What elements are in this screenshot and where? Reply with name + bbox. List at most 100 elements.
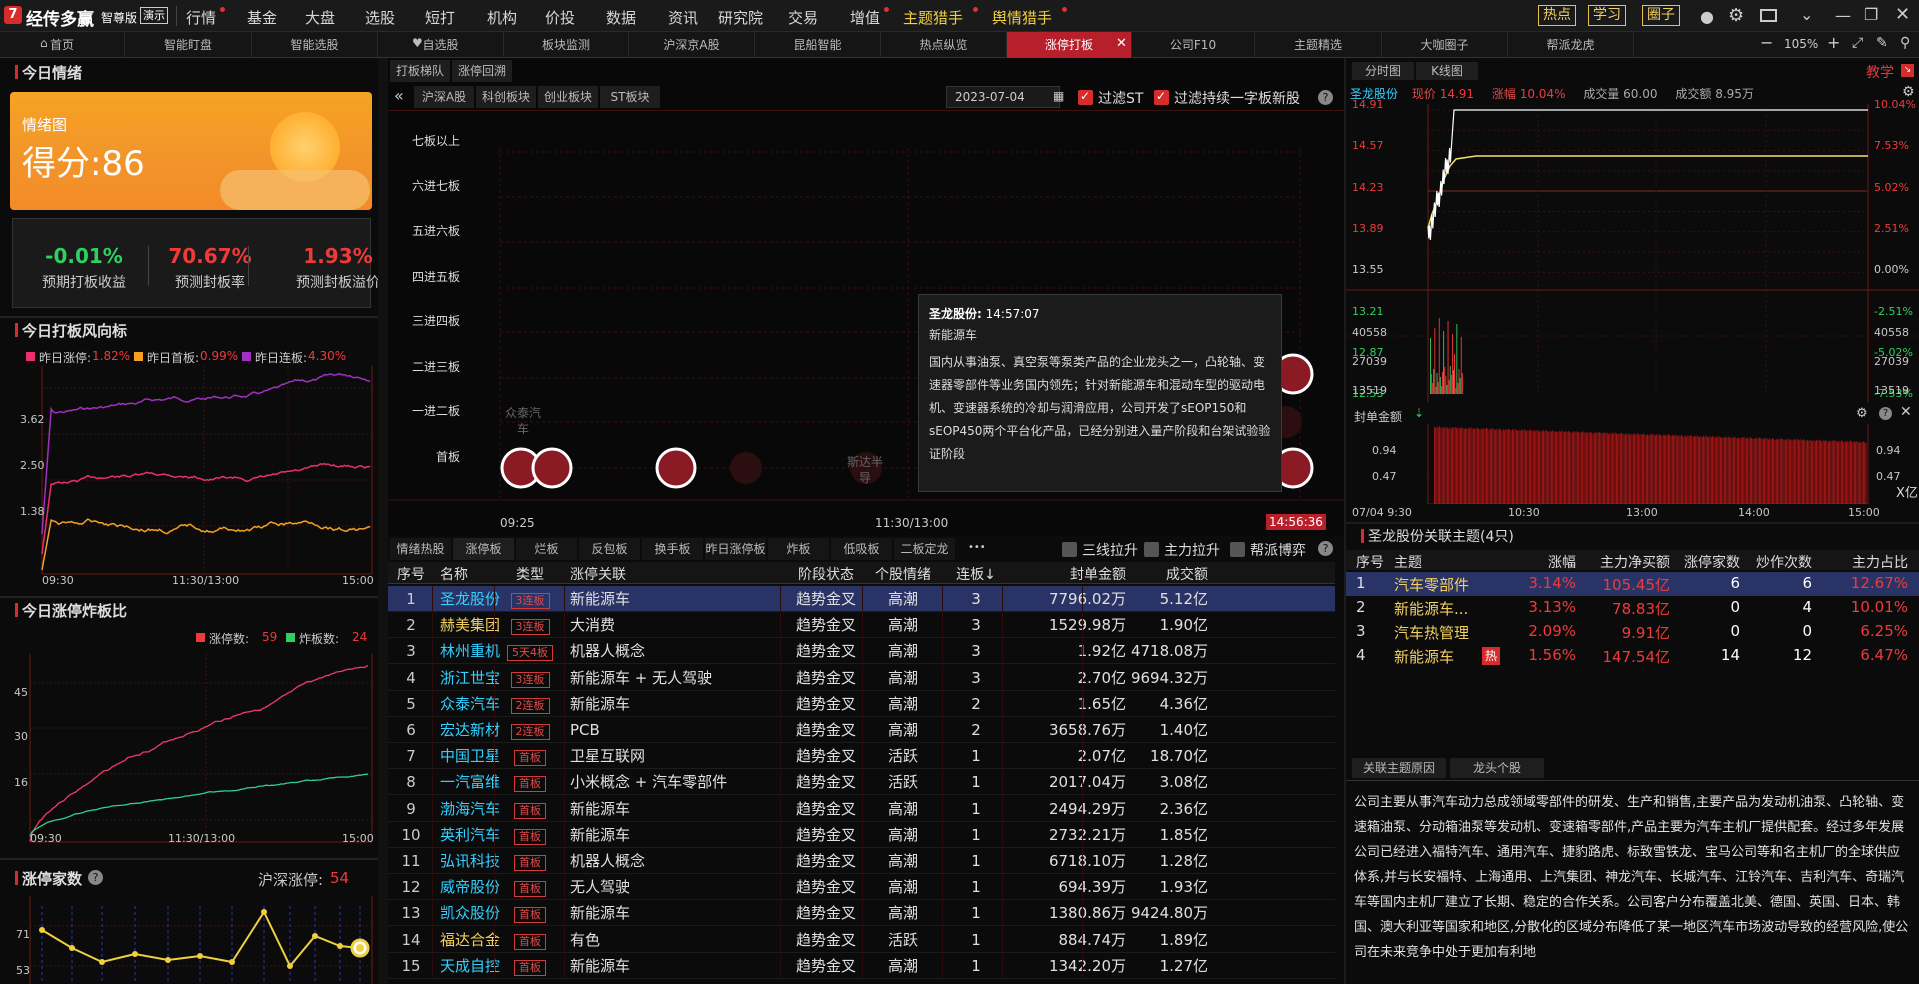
table-row[interactable]: 14 福达合金 首板 有色 趋势金叉 活跃 1 884.74万 1.89亿 xyxy=(388,926,1335,953)
menu-item-4[interactable]: 短打 xyxy=(425,7,455,28)
theme-header-0[interactable]: 序号 xyxy=(1356,552,1386,572)
tab-12[interactable]: 帮派龙虎 xyxy=(1508,32,1634,58)
cell-name[interactable]: 英利汽车 xyxy=(440,822,500,848)
menu-item-10[interactable]: 交易 xyxy=(788,7,818,28)
reason-tab-1[interactable]: 龙头个股 xyxy=(1450,758,1544,778)
table-header-8[interactable]: 成交额 xyxy=(1088,564,1208,584)
theme-row[interactable]: 2 新能源车... 3.13% 78.83亿 0 4 10.01% xyxy=(1346,596,1919,620)
menu-item-11[interactable]: 增值 xyxy=(850,7,880,28)
table-row[interactable]: 6 宏达新材 2连板 PCB 趋势金叉 高潮 2 3658.76万 1.40亿 xyxy=(388,717,1335,743)
cell-name[interactable]: 众泰汽车 xyxy=(440,691,500,717)
pin-icon[interactable]: ⚲ xyxy=(1900,35,1910,51)
menu-item-13[interactable]: 舆情猎手 xyxy=(992,7,1052,28)
tab-3[interactable]: 自选股 xyxy=(378,32,504,58)
theme-header-5[interactable]: 炒作次数 xyxy=(1746,552,1812,572)
tab-close-icon[interactable]: ✕ xyxy=(1116,36,1127,51)
cell-name[interactable]: 浙江世宝 xyxy=(440,665,500,691)
theme-header-4[interactable]: 涨停家数 xyxy=(1674,552,1740,572)
right-tab-1[interactable]: K线图 xyxy=(1416,62,1478,80)
table-row[interactable]: 2 赫美集团 3连板 大消费 趋势金叉 高潮 3 1529.98万 1.90亿 xyxy=(388,612,1335,639)
table-header-5[interactable]: 个股情绪 xyxy=(868,564,938,584)
table-row[interactable]: 15 天成自控 首板 新能源车 趋势金叉 高潮 1 1342.20万 1.27亿 xyxy=(388,952,1335,979)
theme-row[interactable]: 1 汽车零部件 3.14% 105.45亿 6 6 12.67% xyxy=(1346,572,1919,596)
table-row[interactable]: 12 威帝股份 首板 无人驾驶 趋势金叉 高潮 1 694.39万 1.93亿 xyxy=(388,874,1335,901)
more-tabs-button[interactable]: ••• xyxy=(968,542,986,553)
menu-item-2[interactable]: 大盘 xyxy=(305,7,335,28)
menu-item-12[interactable]: 主题猎手 xyxy=(903,7,963,28)
gear-icon[interactable]: ⚙ xyxy=(1728,5,1744,26)
restore-icon[interactable]: ❐ xyxy=(1864,5,1878,24)
minimize-icon[interactable]: — xyxy=(1835,6,1851,25)
tab-8[interactable]: 涨停打板 xyxy=(1007,32,1132,58)
table-row[interactable]: 3 林州重机 5天4板 机器人概念 趋势金叉 高潮 3 1.92亿 4718.08万 xyxy=(388,638,1335,665)
table-tab-1[interactable]: 涨停板 xyxy=(453,538,514,560)
demo-badge[interactable]: 演示 xyxy=(140,7,168,24)
table-row[interactable]: 10 英利汽车 首板 新能源车 趋势金叉 高潮 1 2732.21万 1.85亿 xyxy=(388,821,1335,848)
help-icon[interactable]: ? xyxy=(1879,407,1892,420)
learn-button[interactable]: 学习 xyxy=(1588,5,1626,26)
tab-1[interactable]: 智能盯盘 xyxy=(125,32,252,58)
tab-2[interactable]: 智能选股 xyxy=(252,32,378,58)
stock-bubble-faint[interactable] xyxy=(730,452,762,484)
table-tab-6[interactable]: 炸板 xyxy=(768,538,829,560)
table-row[interactable]: 11 弘讯科技 首板 机器人概念 趋势金叉 高潮 1 6718.10万 1.28亿 xyxy=(388,848,1335,874)
chevron-down-icon[interactable]: ⌄ xyxy=(1800,5,1813,24)
theme-cell-name[interactable]: 新能源车... xyxy=(1394,598,1514,619)
cell-name[interactable]: 威帝股份 xyxy=(440,874,500,900)
gear-icon[interactable]: ⚙ xyxy=(1856,406,1868,421)
tab-4[interactable]: 板块监测 xyxy=(504,32,629,58)
table-tab-0[interactable]: 情绪热股 xyxy=(390,538,451,560)
table-header-4[interactable]: 阶段状态 xyxy=(786,564,866,584)
cell-name[interactable]: 一汽富维 xyxy=(440,769,500,795)
reason-tab-0[interactable]: 关联主题原因 xyxy=(1352,758,1446,778)
theme-header-2[interactable]: 涨幅 xyxy=(1526,552,1576,572)
theme-header-3[interactable]: 主力净买额 xyxy=(1580,552,1670,572)
theme-cell-name[interactable]: 汽车零部件 xyxy=(1394,574,1514,595)
tab-6[interactable]: 昆船智能 xyxy=(755,32,881,58)
table-row[interactable]: 5 众泰汽车 2连板 新能源车 趋势金叉 高潮 2 1.65亿 4.36亿 xyxy=(388,690,1335,717)
cell-name[interactable]: 赫美集团 xyxy=(440,612,500,638)
menu-item-5[interactable]: 机构 xyxy=(487,7,517,28)
table-header-1[interactable]: 名称 xyxy=(440,564,500,584)
table-tab-4[interactable]: 换手板 xyxy=(642,538,703,560)
table-check-0[interactable] xyxy=(1062,542,1077,557)
cell-name[interactable]: 凯众股份 xyxy=(440,900,500,926)
table-row[interactable]: 8 一汽富维 首板 小米概念 + 汽车零部件 趋势金叉 活跃 1 2017.04万 3.08亿 xyxy=(388,769,1335,796)
stock-bubble[interactable] xyxy=(531,447,573,489)
table-header-2[interactable]: 类型 xyxy=(500,564,560,584)
menu-item-0[interactable]: 行情 xyxy=(186,7,216,28)
menu-item-8[interactable]: 资讯 xyxy=(668,7,698,28)
menu-item-3[interactable]: 选股 xyxy=(365,7,395,28)
menu-item-7[interactable]: 数据 xyxy=(606,7,636,28)
cell-name[interactable]: 林州重机 xyxy=(440,638,500,664)
home-icon[interactable]: ⌂ xyxy=(40,36,48,50)
user-icon[interactable]: ● xyxy=(1700,7,1714,26)
tab-5[interactable]: 沪深京A股 xyxy=(629,32,755,58)
tab-9[interactable]: 公司F10 xyxy=(1132,32,1255,58)
table-header-3[interactable]: 涨停关联 xyxy=(570,564,780,584)
tab-7[interactable]: 热点纵览 xyxy=(881,32,1007,58)
teach-button[interactable]: 教学 xyxy=(1866,62,1894,82)
hot-button[interactable]: 热点 xyxy=(1538,5,1576,26)
cell-name[interactable]: 宏达新材 xyxy=(440,717,500,743)
table-header-6[interactable]: 连板↓ xyxy=(948,564,1004,584)
window-layout-icon[interactable] xyxy=(1760,9,1777,22)
cell-name[interactable]: 渤海汽车 xyxy=(440,796,500,822)
circle-button[interactable]: 圈子 xyxy=(1642,5,1680,26)
table-tab-2[interactable]: 烂板 xyxy=(516,538,577,560)
cell-name[interactable]: 福达合金 xyxy=(440,927,500,953)
close-icon[interactable]: ✕ xyxy=(1900,404,1912,420)
cell-name[interactable]: 弘讯科技 xyxy=(440,848,500,874)
stock-bubble[interactable] xyxy=(655,447,697,489)
table-check-2[interactable] xyxy=(1230,542,1245,557)
tab-10[interactable]: 主题精选 xyxy=(1255,32,1382,58)
close-icon[interactable]: ✕ xyxy=(1895,4,1910,25)
table-row[interactable]: 1 圣龙股份 3连板 新能源车 趋势金叉 高潮 3 7796.02万 5.12亿 xyxy=(388,586,1335,612)
theme-cell-name[interactable]: 汽车热管理 xyxy=(1394,622,1514,643)
table-row[interactable]: 9 渤海汽车 首板 新能源车 趋势金叉 高潮 1 2494.29万 2.36亿 xyxy=(388,795,1335,822)
theme-header-1[interactable]: 主题 xyxy=(1394,552,1514,572)
right-tab-0[interactable]: 分时图 xyxy=(1352,62,1414,80)
table-header-0[interactable]: 序号 xyxy=(396,564,426,584)
teach-arrow-icon[interactable]: ↘ xyxy=(1901,64,1914,77)
tab-11[interactable]: 大咖圈子 xyxy=(1382,32,1508,58)
